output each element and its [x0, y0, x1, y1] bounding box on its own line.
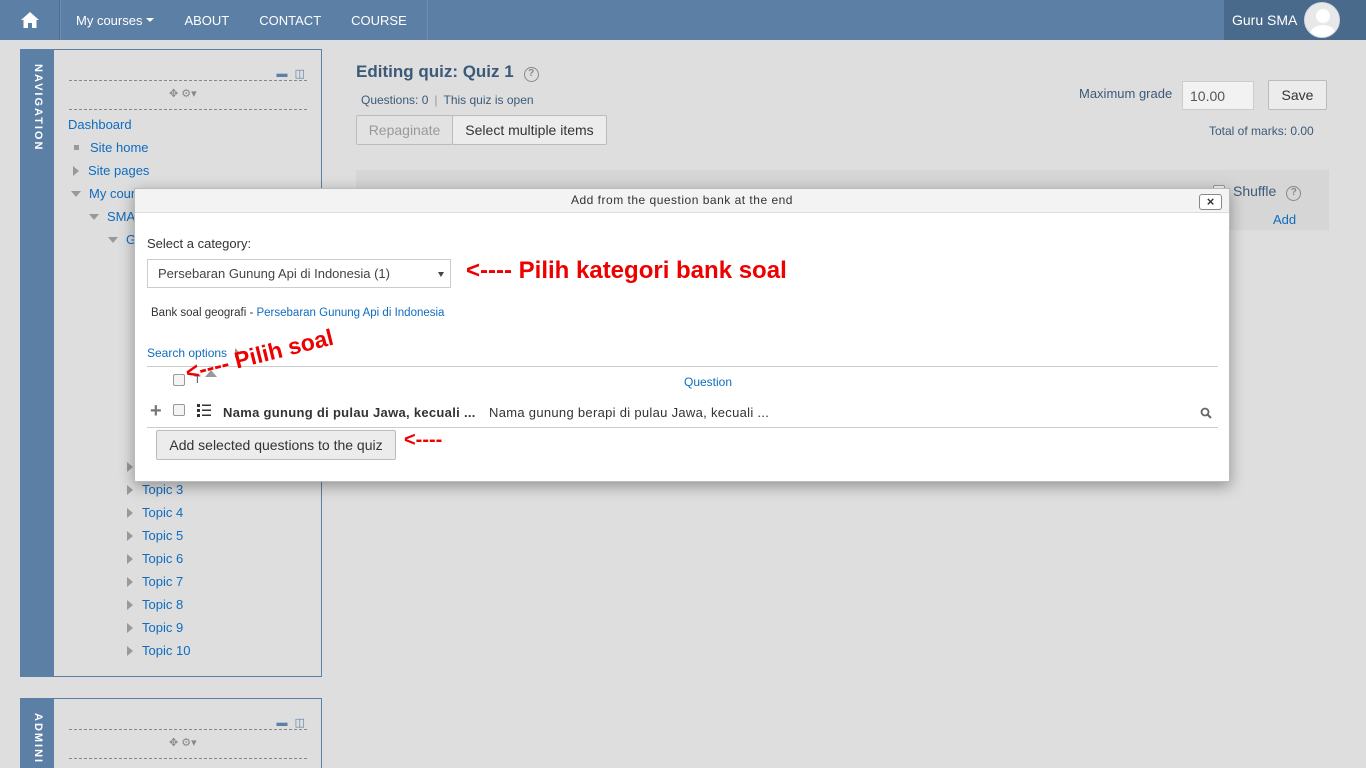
administration-block: ADMINI ▬ ◫ ✥ ⚙▾ [20, 698, 322, 768]
preview-icon[interactable] [1200, 407, 1212, 419]
quiz-info: Questions: 0 | This quiz is open [361, 93, 534, 107]
top-navbar: My courses ABOUT CONTACT COURSE Guru SMA [0, 0, 1366, 40]
nav-topic[interactable]: Topic 8 [127, 597, 183, 612]
multichoice-icon [197, 404, 211, 417]
expand-icon [127, 554, 133, 564]
question-column-header[interactable]: Question [684, 375, 732, 389]
nav-my-courses[interactable]: My courses [60, 0, 169, 40]
nav-dashboard[interactable]: Dashboard [68, 117, 132, 132]
add-question-icon[interactable]: + [150, 401, 162, 421]
add-menu-link[interactable]: Add [1273, 212, 1296, 227]
collapse-icon [89, 214, 99, 220]
nav-sma[interactable]: SMA [89, 209, 135, 224]
nav-course[interactable]: COURSE [336, 0, 422, 40]
help-icon[interactable]: ? [523, 67, 539, 82]
question-checkbox[interactable] [173, 404, 185, 416]
block-title: ADMINI [32, 713, 44, 765]
question-name: Nama gunung di pulau Jawa, kecuali ... [223, 405, 476, 420]
move-icon[interactable]: ✥ ⚙▾ [169, 87, 197, 100]
question-text: Nama gunung berapi di pulau Jawa, kecual… [489, 405, 770, 420]
category-select[interactable]: Persebaran Gunung Api di Indonesia (1) [147, 259, 451, 288]
category-selected-value: Persebaran Gunung Api di Indonesia (1) [158, 266, 390, 281]
repaginate-button[interactable]: Repaginate [356, 115, 453, 145]
nav-contact[interactable]: CONTACT [244, 0, 336, 40]
block-controls: ▬ ◫ ✥ ⚙▾ [69, 717, 307, 759]
page-title: Editing quiz: Quiz 1? [356, 62, 539, 82]
home-button[interactable] [0, 0, 60, 40]
collapse-icon [71, 191, 81, 197]
max-grade-label: Maximum grade [1079, 86, 1173, 101]
expand-icon [127, 462, 133, 472]
max-grade-input[interactable]: 10.00 [1182, 81, 1254, 110]
block-side-bar: NAVIGATION [21, 50, 54, 676]
expand-icon [127, 600, 133, 610]
dialog-title: Add from the question bank at the end [135, 189, 1229, 213]
dock-icon[interactable]: ▬ ◫ [277, 716, 307, 729]
total-marks: Total of marks: 0.00 [1209, 124, 1314, 138]
nav-topic[interactable]: Topic 10 [127, 643, 190, 658]
nav-my-courses-tree[interactable]: My cour [71, 186, 135, 201]
nav-site-pages[interactable]: Site pages [73, 163, 149, 178]
add-selected-button[interactable]: Add selected questions to the quiz [156, 430, 396, 460]
nav-topic[interactable]: Topic 4 [127, 505, 183, 520]
block-controls: ▬ ◫ ✥ ⚙▾ [69, 68, 307, 110]
collapse-icon [108, 237, 118, 243]
bullet-icon [74, 145, 79, 150]
nav-topic[interactable]: Topic 7 [127, 574, 183, 589]
dock-icon[interactable]: ▬ ◫ [277, 67, 307, 80]
table-top-border [147, 366, 1218, 367]
nav-site-home[interactable]: Site home [74, 140, 149, 155]
home-icon [20, 12, 39, 28]
chevron-down-icon [438, 272, 444, 277]
expand-icon [73, 166, 79, 176]
nav-course-g[interactable]: G [108, 232, 136, 247]
select-multiple-button[interactable]: Select multiple items [452, 115, 607, 145]
nav-topic[interactable]: Topic 5 [127, 528, 183, 543]
avatar [1304, 2, 1341, 38]
expand-icon [127, 577, 133, 587]
chevron-down-icon [146, 18, 155, 22]
help-icon[interactable]: ? [1286, 186, 1302, 201]
close-button[interactable]: × [1199, 194, 1222, 210]
bank-category-link[interactable]: Persebaran Gunung Api di Indonesia [256, 307, 444, 319]
expand-icon [127, 531, 133, 541]
expand-icon [127, 508, 133, 518]
move-icon[interactable]: ✥ ⚙▾ [169, 736, 197, 749]
category-label: Select a category: [147, 236, 252, 251]
user-menu[interactable]: Guru SMA [1224, 0, 1366, 40]
nav-about[interactable]: ABOUT [169, 0, 244, 40]
block-title: NAVIGATION [32, 64, 44, 152]
bank-breadcrumb: Bank soal geografi - Persebaran Gunung A… [151, 307, 445, 319]
info-separator: | [434, 93, 438, 107]
select-all-checkbox[interactable] [173, 374, 185, 386]
user-name: Guru SMA [1232, 12, 1298, 28]
nav-topic[interactable]: Topic 3 [127, 482, 183, 497]
expand-icon [127, 646, 133, 656]
expand-icon [127, 623, 133, 633]
nav-topic[interactable]: Topic 9 [127, 620, 183, 635]
annotation-category: <---- Pilih kategori bank soal [466, 257, 787, 284]
nav-topic[interactable]: Topic 6 [127, 551, 183, 566]
expand-icon [127, 485, 133, 495]
table-bottom-border [147, 427, 1218, 428]
block-side-bar: ADMINI [21, 699, 54, 768]
nav-divider [426, 0, 428, 40]
save-button[interactable]: Save [1268, 80, 1327, 110]
annotation-button: <---- [404, 429, 443, 451]
